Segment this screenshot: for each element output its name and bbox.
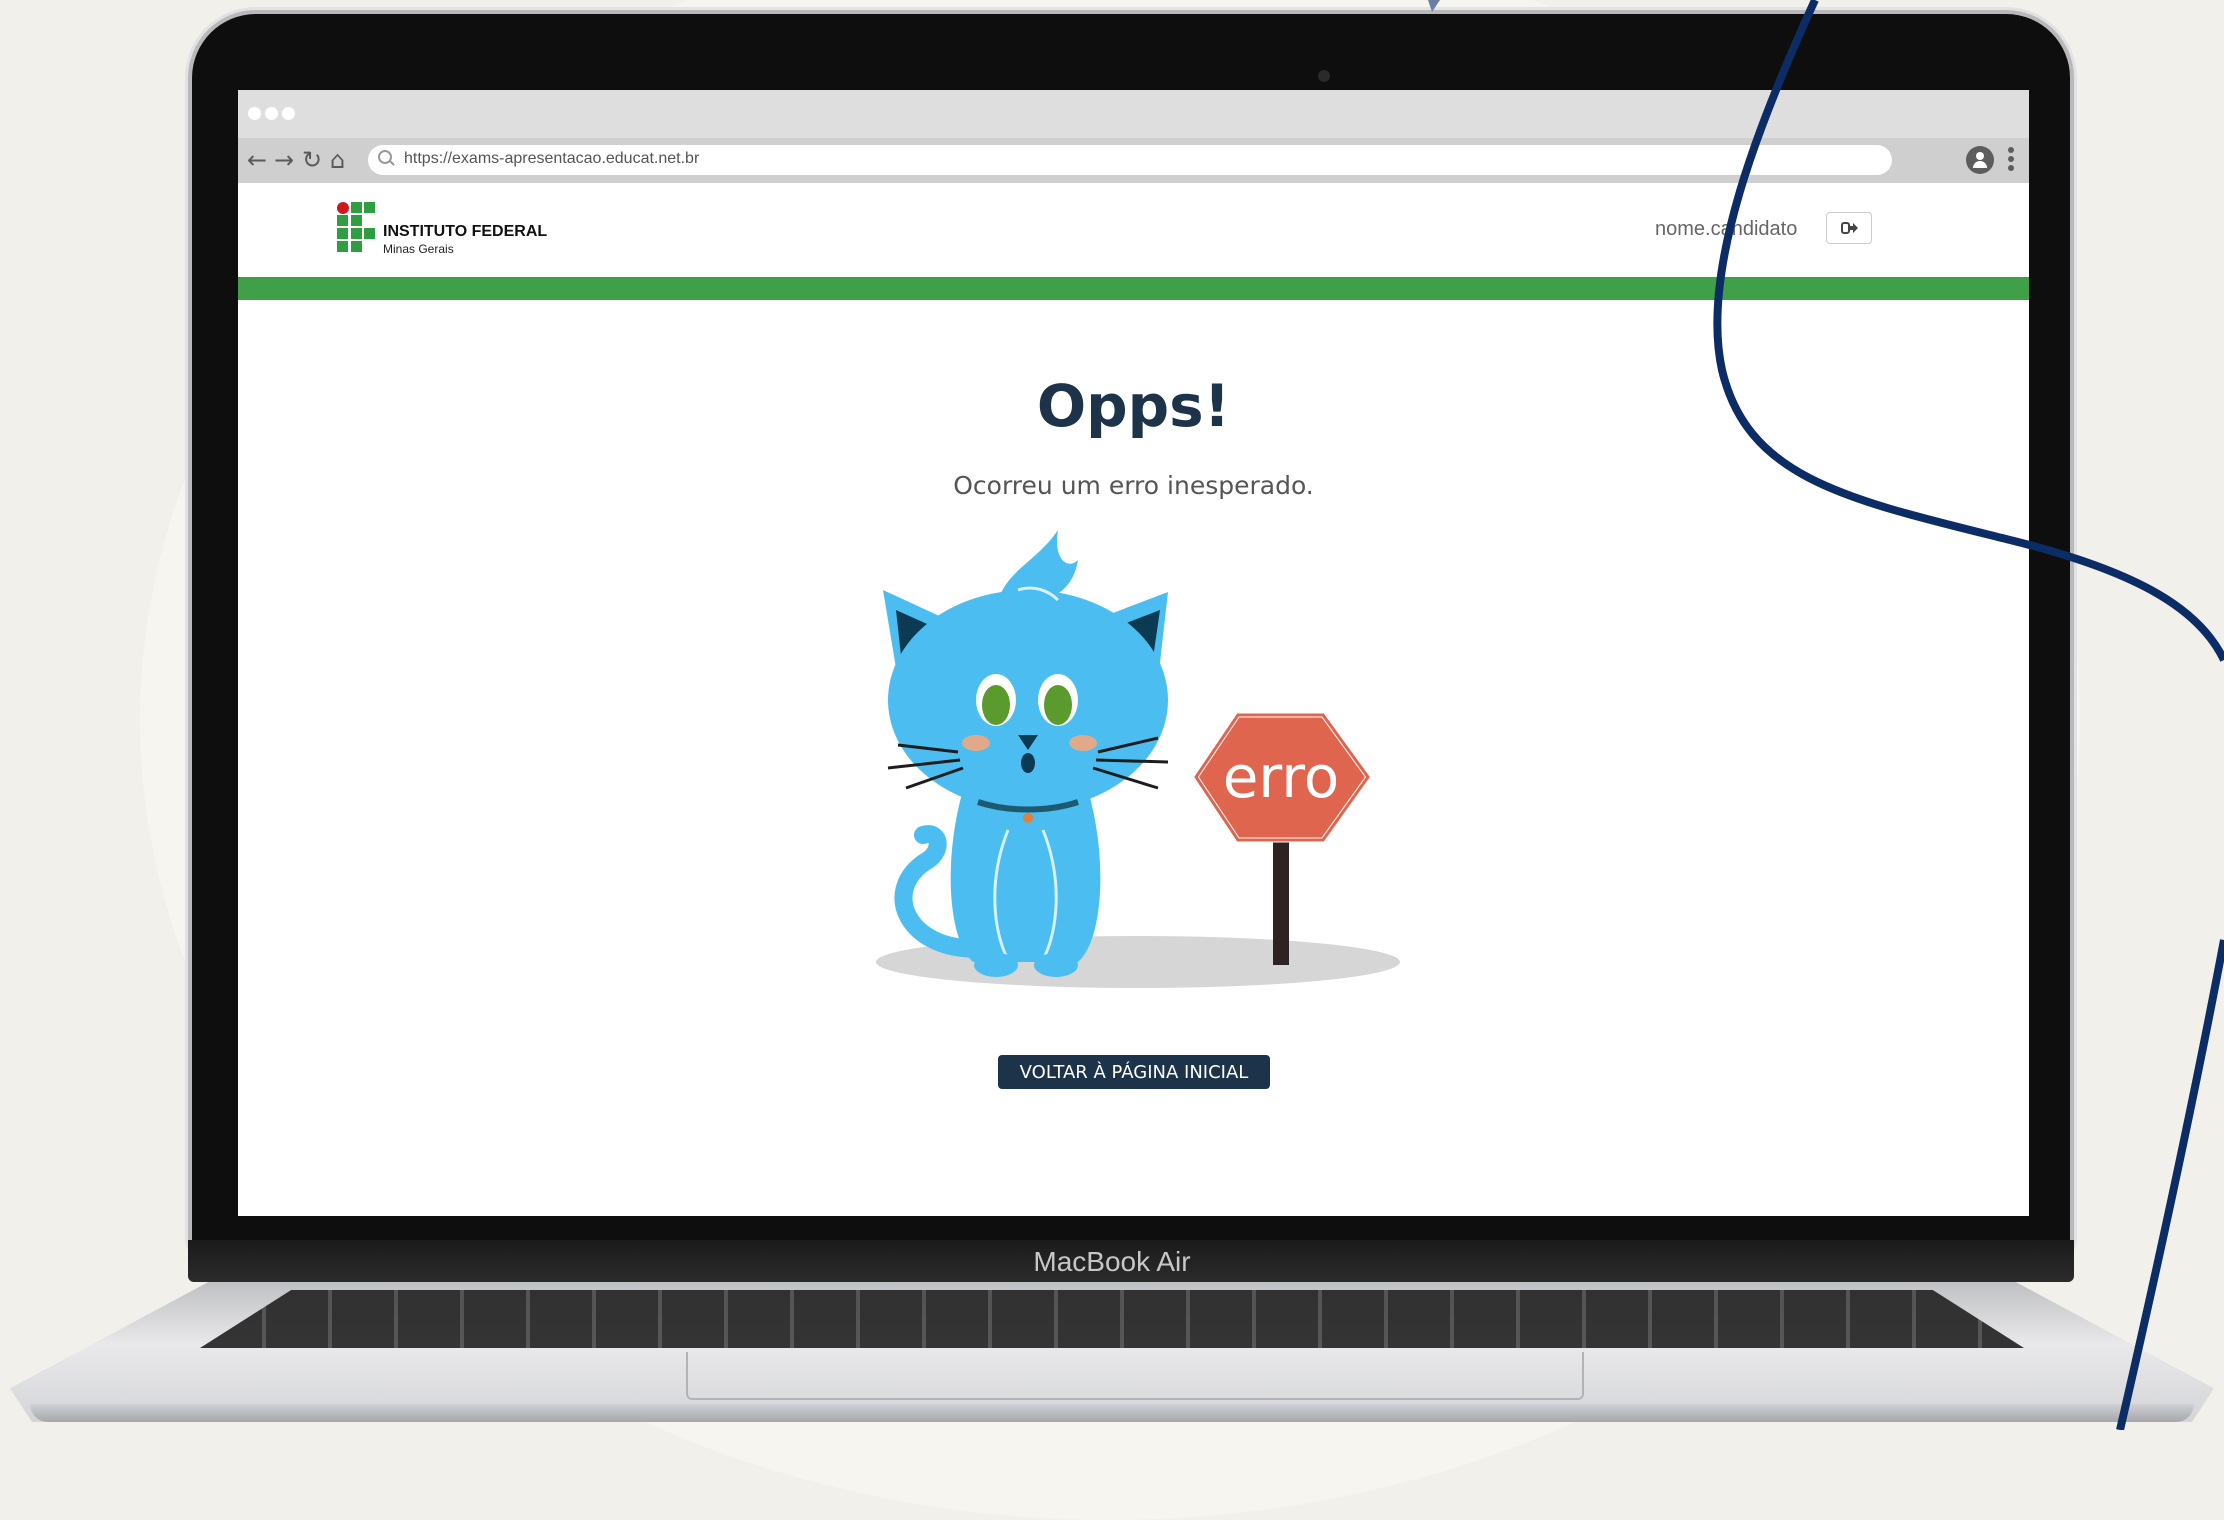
user-name: nome.candidato: [1655, 218, 1798, 240]
device-label: MacBook Air: [1033, 1246, 1191, 1277]
laptop-trackpad: [686, 1352, 1584, 1400]
address-bar[interactable]: https://exams-apresentacao.educat.net.br: [368, 145, 1892, 175]
laptop-keyboard: [200, 1290, 2024, 1348]
browser-menu-icon[interactable]: [2008, 147, 2014, 175]
site-header: INSTITUTO FEDERAL Minas Gerais nome.cand…: [238, 183, 2029, 277]
window-maximize-dot[interactable]: [282, 107, 295, 120]
header-accent-bar: [238, 277, 2029, 300]
logo-subtitle: Minas Gerais: [383, 242, 454, 256]
browser-titlebar: [238, 90, 2029, 138]
arrow-left-icon[interactable]: ←: [247, 146, 267, 174]
search-icon: [378, 150, 392, 164]
sign-out-icon: [1841, 222, 1858, 234]
window-minimize-dot[interactable]: [265, 107, 278, 120]
site-logo[interactable]: INSTITUTO FEDERAL Minas Gerais: [337, 202, 557, 258]
address-url: https://exams-apresentacao.educat.net.br: [404, 150, 700, 167]
sign-text: erro: [1223, 743, 1340, 811]
cat-eye-right: [1044, 685, 1072, 725]
browser-window: ← → ↻ ⌂ https://exams-apresentacao.educa…: [238, 90, 2029, 1216]
window-close-dot[interactable]: [248, 107, 261, 120]
arrow-right-icon[interactable]: →: [274, 146, 294, 174]
cat-eye-left: [982, 685, 1010, 725]
laptop-base-lip: [30, 1404, 2194, 1422]
camera-icon: [1318, 70, 1330, 82]
profile-icon[interactable]: [1966, 146, 1994, 174]
logout-button[interactable]: [1826, 212, 1872, 244]
browser-toolbar: ← → ↻ ⌂ https://exams-apresentacao.educa…: [238, 138, 2029, 183]
logo-name: INSTITUTO FEDERAL: [383, 223, 548, 240]
page-title: Opps!: [1036, 372, 1231, 440]
back-home-button[interactable]: VOLTAR À PÁGINA INICIAL: [998, 1055, 1270, 1089]
error-illustration: erro: [876, 530, 1400, 988]
error-message: Ocorreu um erro inesperado.: [953, 471, 1314, 500]
reload-icon[interactable]: ↻: [302, 146, 322, 174]
home-icon[interactable]: ⌂: [330, 146, 345, 174]
